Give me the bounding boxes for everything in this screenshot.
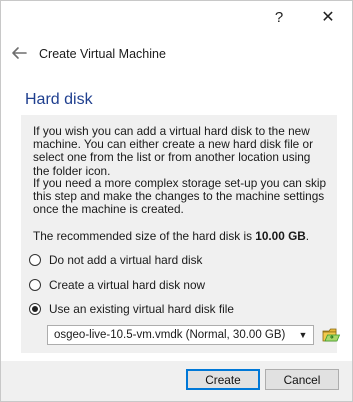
option-no-disk[interactable]: Do not add a virtual hard disk — [29, 252, 202, 268]
content-panel: If you wish you can add a virtual hard d… — [21, 115, 341, 353]
radio-button[interactable] — [29, 254, 41, 266]
wizard-title: Create Virtual Machine — [39, 47, 166, 61]
button-bar: Create Cancel — [1, 361, 352, 401]
option-create-disk[interactable]: Create a virtual hard disk now — [29, 277, 205, 293]
wizard-header: Create Virtual Machine — [1, 33, 352, 75]
recommended-suffix: . — [305, 229, 310, 243]
option-label[interactable]: Do not add a virtual hard disk — [49, 253, 202, 267]
close-button[interactable]: ✕ — [314, 5, 342, 29]
option-existing-disk[interactable]: Use an existing virtual hard disk file — [29, 301, 234, 317]
recommended-size: 10.00 GB — [255, 229, 306, 243]
cancel-button[interactable]: Cancel — [265, 369, 339, 390]
back-arrow-icon[interactable] — [10, 45, 28, 61]
radio-button-selected[interactable] — [29, 303, 41, 315]
section-title: Hard disk — [25, 91, 93, 108]
advanced-paragraph: If you need a more complex storage set-u… — [33, 176, 327, 217]
create-button[interactable]: Create — [186, 369, 260, 390]
intro-paragraph: If you wish you can add a virtual hard d… — [33, 124, 314, 178]
recommended-prefix: The recommended size of the hard disk is — [33, 229, 256, 243]
help-button[interactable]: ? — [265, 5, 293, 29]
dialog-window: ? ✕ Create Virtual Machine Hard disk If … — [0, 0, 353, 402]
radio-button[interactable] — [29, 279, 41, 291]
option-label[interactable]: Use an existing virtual hard disk file — [49, 302, 234, 316]
recommended-size-text: The recommended size of the hard disk is… — [33, 229, 309, 243]
folder-open-icon[interactable] — [321, 325, 341, 345]
title-bar: ? ✕ — [1, 1, 352, 33]
disk-file-select[interactable]: osgeo-live-10.5-vm.vmdk (Normal, 30.00 G… — [47, 325, 314, 345]
disk-file-value: osgeo-live-10.5-vm.vmdk (Normal, 30.00 G… — [54, 329, 286, 341]
wizard-page: Hard disk If you wish you can add a virt… — [1, 75, 352, 361]
chevron-down-icon[interactable]: ▼ — [293, 326, 313, 344]
option-label[interactable]: Create a virtual hard disk now — [49, 278, 205, 292]
